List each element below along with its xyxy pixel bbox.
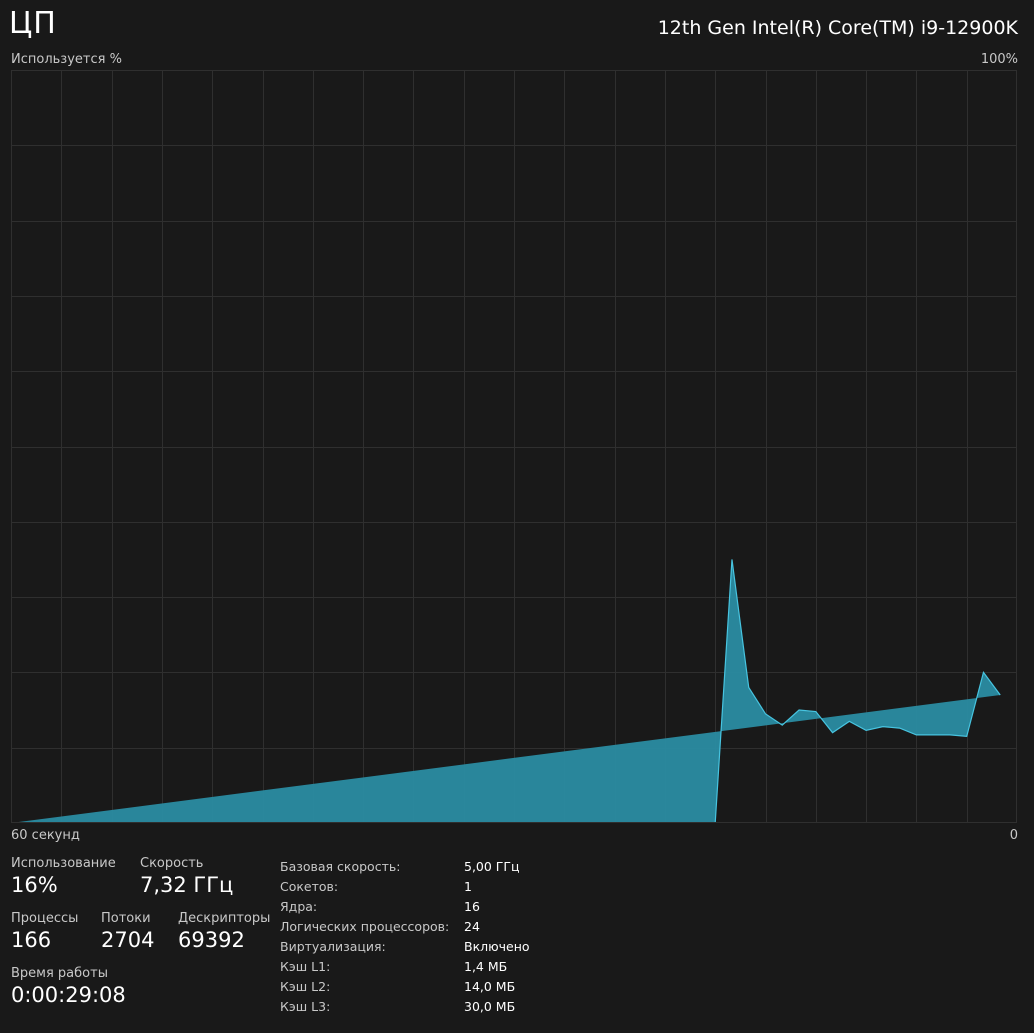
spec-key: Виртуализация: — [280, 938, 386, 954]
spec-row: Базовая скорость: 5,00 ГГц — [280, 856, 530, 876]
handles-stat: Дескрипторы 69392 — [178, 911, 270, 952]
spec-row: Кэш L3: 30,0 МБ — [280, 996, 530, 1016]
threads-label: Потоки — [101, 911, 151, 926]
spec-row: Кэш L1: 1,4 МБ — [280, 956, 530, 976]
uptime-value: 0:00:29:08 — [11, 983, 126, 1007]
cpu-model-name: 12th Gen Intel(R) Core(TM) i9-12900K — [657, 17, 1018, 39]
spec-key: Кэш L3: — [280, 998, 331, 1014]
threads-stat: Потоки 2704 — [101, 911, 154, 952]
y-axis-max-label: 100% — [980, 52, 1018, 67]
spec-value: 16 — [464, 898, 480, 914]
spec-row: Кэш L2: 14,0 МБ — [280, 976, 530, 996]
spec-key: Кэш L2: — [280, 978, 331, 994]
speed-label: Скорость — [140, 856, 204, 871]
processes-label: Процессы — [11, 911, 79, 926]
y-axis-label: Используется % — [11, 52, 122, 67]
spec-key: Базовая скорость: — [280, 858, 401, 874]
threads-value: 2704 — [101, 928, 155, 952]
usage-stat: Использование 16% — [11, 856, 116, 897]
spec-key: Ядра: — [280, 898, 318, 914]
spec-key: Сокетов: — [280, 878, 339, 894]
usage-value: 16% — [11, 873, 58, 897]
processes-value: 166 — [11, 928, 52, 952]
spec-value: 5,00 ГГц — [464, 858, 520, 874]
speed-stat: Скорость 7,32 ГГц — [140, 856, 233, 897]
handles-value: 69392 — [178, 928, 245, 952]
uptime-stat: Время работы 0:00:29:08 — [11, 966, 126, 1007]
x-axis-min-label: 0 — [1009, 828, 1018, 843]
x-axis-label: 60 секунд — [11, 828, 80, 843]
speed-value: 7,32 ГГц — [140, 873, 234, 897]
spec-row: Виртуализация: Включено — [280, 936, 530, 956]
spec-value: 1 — [464, 878, 472, 894]
processes-stat: Процессы 166 — [11, 911, 78, 952]
spec-value: 24 — [464, 918, 480, 934]
cpu-specs-table: Базовая скорость: 5,00 ГГц Сокетов: 1 Ядра… — [280, 856, 530, 1016]
spec-value: 14,0 МБ — [464, 978, 516, 994]
handles-label: Дескрипторы — [178, 911, 271, 926]
cpu-usage-graph — [11, 70, 1017, 823]
spec-value: 1,4 МБ — [464, 958, 508, 974]
spec-key: Логических процессоров: — [280, 918, 450, 934]
spec-value: Включено — [464, 938, 530, 954]
page-title: ЦП — [9, 6, 57, 41]
spec-row: Сокетов: 1 — [280, 876, 530, 896]
spec-value: 30,0 МБ — [464, 998, 516, 1014]
spec-key: Кэш L1: — [280, 958, 331, 974]
uptime-label: Время работы — [11, 966, 108, 981]
spec-row: Ядра: 16 — [280, 896, 530, 916]
usage-label: Использование — [11, 856, 116, 871]
spec-row: Логических процессоров: 24 — [280, 916, 530, 936]
